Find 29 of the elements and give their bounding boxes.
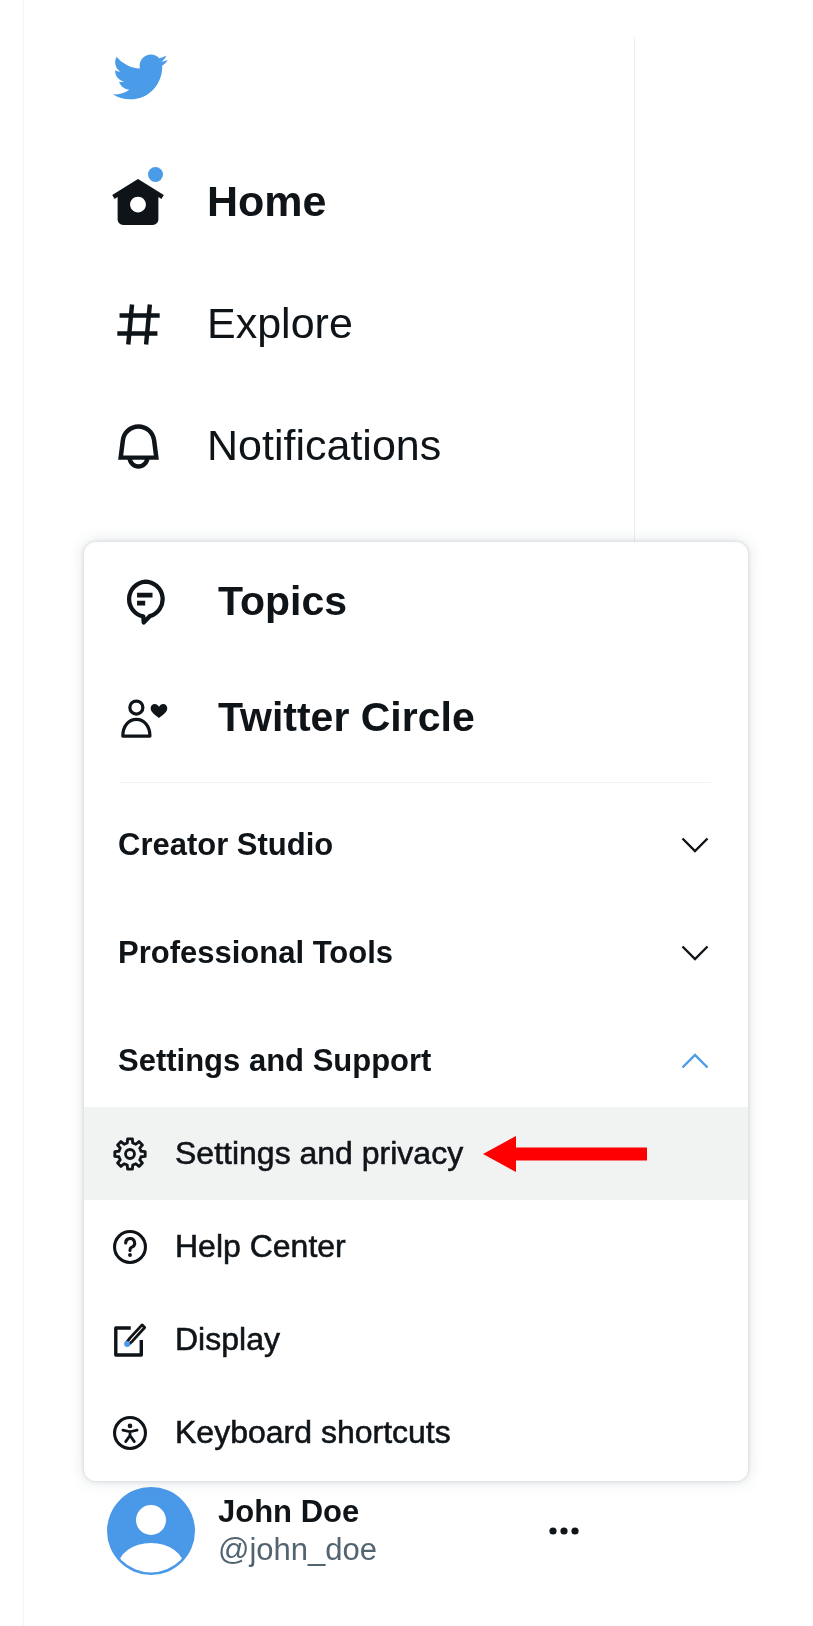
hashtag-icon (116, 303, 160, 345)
gear-icon (113, 1136, 147, 1171)
nav-item[interactable]: Notifications (110, 410, 442, 482)
bird-icon[interactable] (111, 54, 168, 100)
account-handle: @john_doe (218, 1531, 378, 1569)
bell-icon (117, 423, 159, 469)
person-heart-icon (121, 698, 168, 738)
avatar-icon[interactable] (107, 1487, 195, 1575)
menu-item[interactable]: Keyboard shortcuts (84, 1386, 748, 1479)
menu-item[interactable]: Help Center (84, 1200, 748, 1293)
section-toggle[interactable]: Creator Studio (118, 799, 709, 891)
nav-item[interactable]: Home (110, 166, 327, 238)
menu-item[interactable]: Twitter Circle (121, 693, 475, 743)
accessibility-icon (113, 1415, 147, 1450)
menu-item[interactable]: Topics (121, 577, 348, 627)
home-icon (112, 179, 164, 225)
help-icon (113, 1229, 147, 1264)
menu-item[interactable]: Display (84, 1293, 748, 1386)
account-name: John Doe (218, 1493, 361, 1531)
chevron-down-icon (681, 837, 709, 853)
more-icon[interactable] (549, 1527, 579, 1535)
pen-square-icon (113, 1322, 147, 1357)
speech-bubble-icon (124, 579, 165, 625)
nav-item[interactable]: Explore (110, 288, 353, 360)
chevron-down-icon (681, 945, 709, 961)
chevron-up-icon (681, 1053, 709, 1069)
section-toggle[interactable]: Settings and Support (118, 1015, 709, 1107)
section-toggle[interactable]: Professional Tools (118, 907, 709, 999)
menu-item[interactable]: Settings and privacy (84, 1107, 748, 1200)
